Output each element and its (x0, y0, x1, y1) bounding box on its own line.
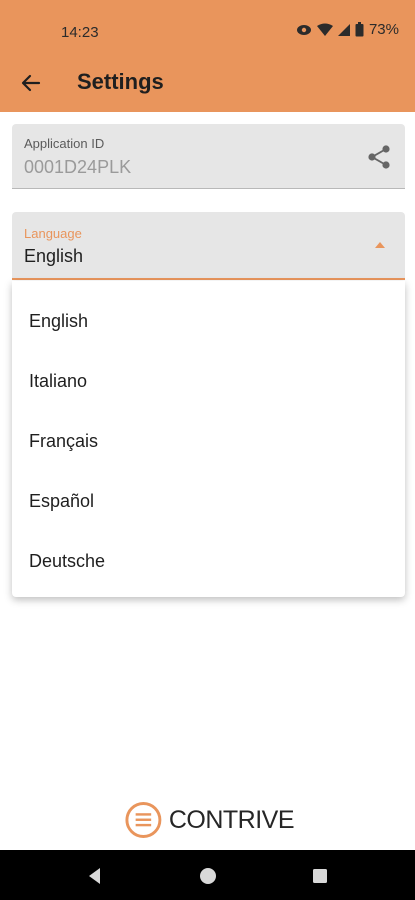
language-dropdown-menu: English Italiano Français Español Deutsc… (12, 281, 405, 597)
contrive-logo: CONTRIVE (124, 800, 295, 840)
application-id-field: Application ID 0001D24PLK (12, 124, 405, 189)
language-option-label: English (29, 311, 89, 331)
application-id-label: Application ID (24, 136, 105, 151)
language-option-english[interactable]: English (12, 291, 405, 351)
language-option-label: Français (29, 431, 99, 451)
language-selected-value: English (24, 246, 84, 266)
logo-text: CONTRIVE (168, 805, 295, 834)
battery-icon (355, 22, 364, 37)
back-icon[interactable] (84, 865, 106, 887)
status-time: 14:23 (61, 24, 99, 41)
status-icons: 73% (296, 21, 399, 38)
page-title: Settings (77, 69, 164, 94)
application-id-value: 0001D24PLK (24, 157, 132, 177)
language-label: Language (24, 226, 82, 241)
share-icon[interactable] (366, 144, 392, 170)
signal-icon (337, 23, 350, 36)
language-select[interactable]: Language English (12, 212, 405, 280)
battery-percent: 73% (368, 21, 399, 38)
language-option-espanol[interactable]: Español (12, 471, 405, 531)
arrow-left-icon[interactable] (18, 70, 44, 96)
wifi-icon (316, 23, 333, 36)
status-bar: 14:23 73% (0, 0, 415, 64)
recents-icon[interactable] (309, 865, 331, 887)
language-option-francais[interactable]: Français (12, 411, 405, 471)
language-option-label: Deutsche (29, 551, 106, 571)
language-option-label: Español (29, 491, 95, 511)
app-header: 14:23 73% Settings (0, 0, 415, 112)
home-icon[interactable] (197, 865, 219, 887)
caret-up-icon (375, 242, 385, 248)
language-option-label: Italiano (29, 371, 88, 391)
eye-icon (296, 24, 311, 35)
contrive-logo-mark (125, 802, 162, 838)
language-option-italiano[interactable]: Italiano (12, 351, 405, 411)
system-nav-bar (0, 850, 415, 900)
language-option-deutsche[interactable]: Deutsche (12, 531, 405, 591)
